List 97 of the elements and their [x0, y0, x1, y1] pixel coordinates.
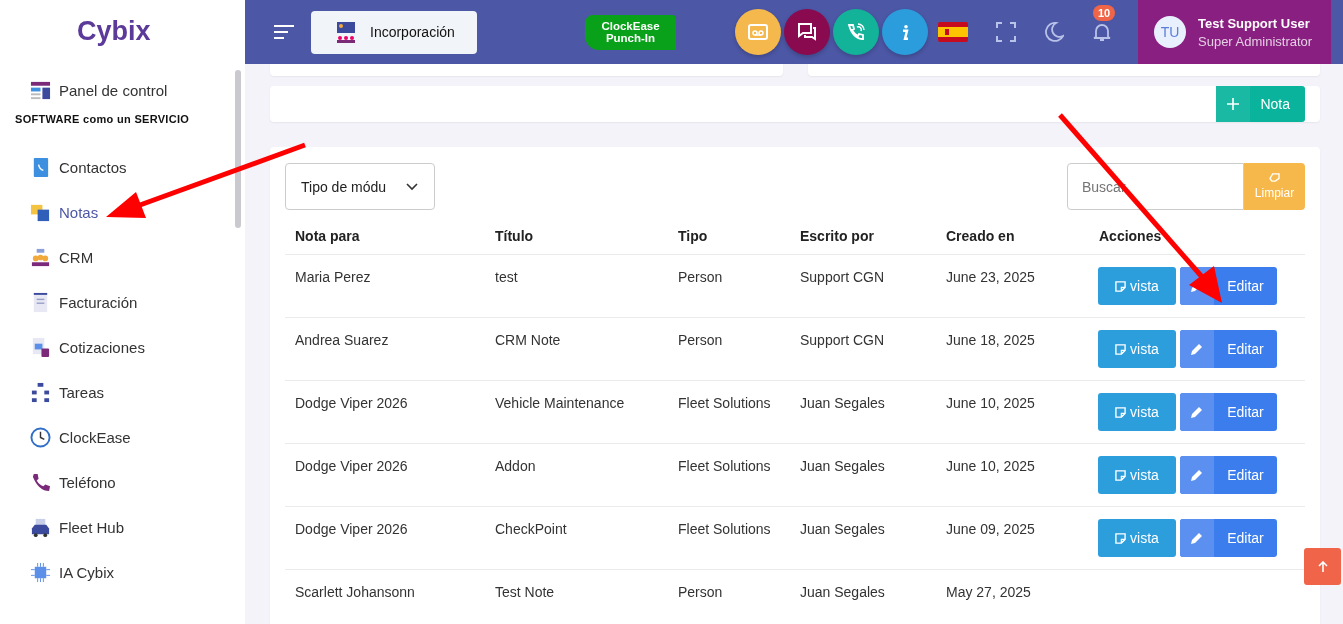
phone-icon: [30, 472, 51, 493]
user-menu[interactable]: TU Test Support User Super Administrator: [1138, 0, 1331, 64]
sidebar-item[interactable]: CRM: [30, 235, 94, 280]
table-cell: June 18, 2025: [946, 332, 1035, 348]
table-cell: June 10, 2025: [946, 458, 1035, 474]
table-cell: Juan Segales: [800, 584, 885, 600]
chevron-down-icon: [406, 182, 418, 191]
info-button[interactable]: [882, 9, 928, 55]
user-avatar: TU: [1154, 16, 1186, 48]
table-cell: Support CGN: [800, 269, 885, 285]
voicemail-button[interactable]: [735, 9, 781, 55]
table-cell: Person: [678, 332, 723, 348]
user-role: Super Administrator: [1198, 33, 1313, 49]
notification-bell-icon[interactable]: [1092, 22, 1112, 42]
table-cell: Dodge Viper 2026: [295, 458, 408, 474]
scroll-to-top-button[interactable]: [1304, 548, 1341, 585]
notification-count: 10: [1093, 5, 1116, 21]
table-cell: June 23, 2025: [946, 269, 1035, 285]
section-heading: SOFTWARE como un SERVICIO: [15, 113, 190, 125]
column-header: Escrito por: [800, 227, 874, 244]
sidebar-item[interactable]: Cotizaciones: [30, 325, 145, 370]
sidebar-item[interactable]: Panel de control: [30, 68, 168, 113]
table-cell: June 10, 2025: [946, 395, 1035, 411]
table-cell: Dodge Viper 2026: [295, 521, 408, 537]
sidebar-item[interactable]: IA Cybix: [30, 550, 115, 595]
sidebar-item[interactable]: Facturación: [30, 280, 138, 325]
cybix-logo[interactable]: Cybix: [77, 14, 151, 48]
presentation-icon: [336, 21, 356, 43]
car-icon: [30, 517, 51, 538]
eraser-icon: [1269, 173, 1280, 182]
note-icon: [1115, 469, 1127, 481]
pencil-icon: [1190, 468, 1204, 482]
sidebar-item[interactable]: Teléfono: [30, 460, 116, 505]
document-calculator-icon: [30, 337, 51, 358]
sidebar-scrollbar[interactable]: [235, 70, 241, 228]
table-cell: Fleet Solutions: [678, 521, 771, 537]
note-icon: [1115, 406, 1127, 418]
arrow-up-icon: [1316, 560, 1329, 573]
table-cell: May 27, 2025: [946, 584, 1031, 600]
table-cell: Scarlett Johansonn: [295, 584, 415, 600]
column-header: Acciones: [1099, 227, 1162, 244]
sidebar-item[interactable]: Notas: [30, 190, 99, 235]
flowchart-icon: [30, 382, 51, 403]
onboarding-button[interactable]: Incorporación: [311, 10, 477, 54]
fullscreen-icon[interactable]: [996, 22, 1016, 42]
sidebar-item[interactable]: ClockEase: [30, 415, 131, 460]
column-header: Tipo: [678, 227, 708, 244]
module-type-dropdown[interactable]: Tipo de módu: [285, 163, 435, 210]
phone-button[interactable]: [833, 9, 879, 55]
people-group-icon: [30, 247, 51, 268]
chat-icon: [797, 22, 817, 42]
table-cell: Fleet Solutions: [678, 395, 771, 411]
table-cell: Addon: [495, 458, 536, 474]
dashboard-icon: [30, 80, 51, 101]
table-cell: Juan Segales: [800, 521, 885, 537]
phone-icon: [846, 22, 866, 42]
table-cell: Vehicle Maintenance: [495, 395, 625, 411]
sidebar-item[interactable]: Contactos: [30, 145, 127, 190]
sticky-notes-icon: [30, 202, 51, 223]
table-cell: Juan Segales: [800, 458, 885, 474]
user-name: Test Support User: [1198, 15, 1311, 31]
table-cell: test: [495, 269, 518, 285]
table-cell: Person: [678, 584, 723, 600]
note-icon: [1115, 532, 1127, 544]
table-cell: Fleet Solutions: [678, 458, 771, 474]
table-cell: Support CGN: [800, 332, 885, 348]
pencil-icon: [1190, 531, 1204, 545]
sidebar-item[interactable]: Tareas: [30, 370, 105, 415]
pencil-icon: [1190, 342, 1204, 356]
clock-icon: [30, 427, 51, 448]
note-icon: [1115, 343, 1127, 355]
table-cell: Person: [678, 269, 723, 285]
edit-button[interactable]: Editar: [1180, 456, 1277, 494]
spain-flag-icon[interactable]: [938, 22, 968, 42]
menu-icon[interactable]: [274, 25, 294, 39]
info-icon: [901, 24, 909, 40]
table-cell: June 09, 2025: [946, 521, 1035, 537]
table-cell: Dodge Viper 2026: [295, 395, 408, 411]
chip-icon: [30, 562, 51, 583]
pencil-icon: [1190, 405, 1204, 419]
table-cell: CheckPoint: [495, 521, 567, 537]
voicemail-icon: [748, 22, 768, 42]
column-header: Título: [495, 227, 534, 244]
chat-button[interactable]: [784, 9, 830, 55]
table-cell: Andrea Suarez: [295, 332, 389, 348]
edit-button[interactable]: Editar: [1180, 330, 1277, 368]
edit-button[interactable]: Editar: [1180, 393, 1277, 431]
table-cell: Maria Perez: [295, 269, 371, 285]
moon-icon[interactable]: [1044, 22, 1064, 42]
column-header: Nota para: [295, 227, 360, 244]
table-cell: CRM Note: [495, 332, 561, 348]
table-cell: Juan Segales: [800, 395, 885, 411]
table-cell: Test Note: [495, 584, 555, 600]
note-icon: [1115, 280, 1127, 292]
sidebar-item[interactable]: Fleet Hub: [30, 505, 125, 550]
edit-button[interactable]: Editar: [1180, 519, 1277, 557]
column-header: Creado en: [946, 227, 1015, 244]
